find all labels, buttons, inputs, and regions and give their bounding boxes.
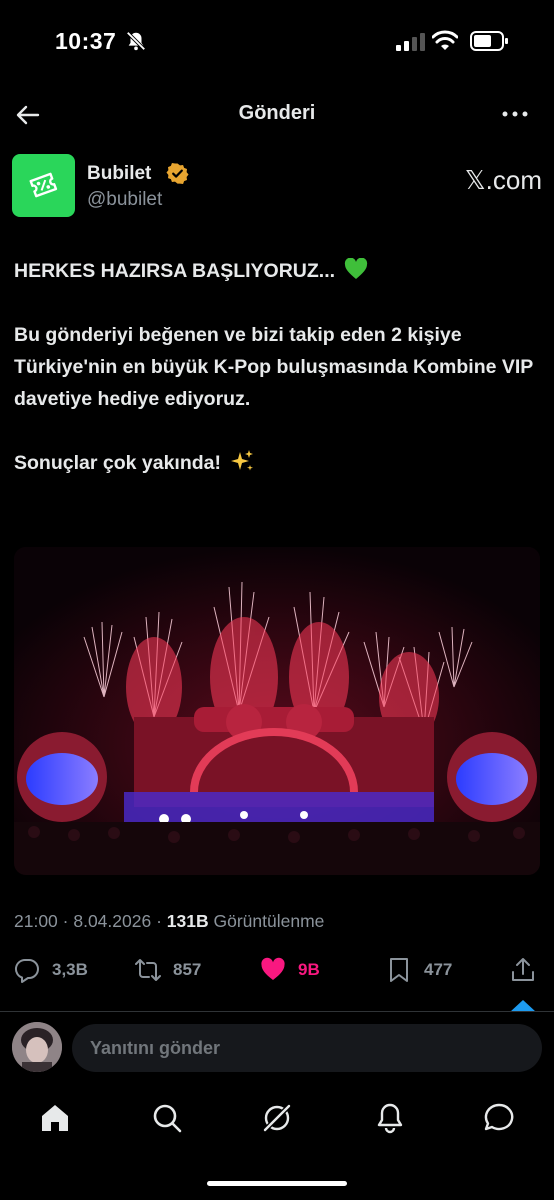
cellular-signal-icon (396, 33, 425, 51)
verified-badge-icon (166, 163, 189, 184)
author-avatar[interactable] (12, 154, 75, 217)
green-heart-emoji-icon (345, 258, 368, 279)
retweet-icon (135, 959, 161, 981)
author-name[interactable]: Bubilet (87, 163, 151, 185)
home-indicator (207, 1181, 347, 1186)
bell-off-icon (126, 31, 146, 51)
bubilet-logo-icon (29, 172, 58, 198)
tweet-line-3: Sonuçlar çok yakında! (14, 447, 540, 479)
views-count: 131B (166, 911, 209, 931)
messages-icon[interactable] (482, 1101, 516, 1135)
reply-button[interactable]: 3,3B (14, 955, 88, 985)
tweet-actions: 3,3B 857 9B 477 (0, 955, 554, 985)
grok-icon[interactable] (260, 1101, 294, 1135)
status-time: 10:37 (55, 28, 117, 54)
retweet-button[interactable]: 857 (135, 955, 201, 985)
like-count: 9B (298, 960, 320, 979)
tweet-author: Bubilet @bubilet 𝕏.com (12, 154, 542, 218)
reply-count: 3,3B (52, 960, 88, 979)
reply-icon (14, 958, 39, 983)
tweet-body: HERKES HAZIRSA BAŞLIYORUZ... Bu gönderiy… (14, 255, 540, 511)
share-icon (512, 958, 534, 981)
author-handle[interactable]: @bubilet (87, 189, 162, 211)
retweet-count: 857 (173, 960, 202, 979)
page-title: Gönderi (238, 102, 316, 124)
meta-separator: · (57, 911, 74, 931)
tweet-headline: HERKES HAZIRSA BAŞLIYORUZ... (14, 260, 341, 282)
tweet-closing: Sonuçlar çok yakında! (14, 452, 227, 474)
tweet-image[interactable] (14, 547, 540, 875)
nav-header: Gönderi (0, 88, 554, 140)
tweet-time[interactable]: 21:00 (14, 911, 58, 931)
home-icon[interactable] (38, 1101, 72, 1135)
share-button[interactable] (510, 955, 536, 985)
sparkles-emoji-icon (231, 450, 254, 471)
concert-photo (14, 547, 540, 875)
divider (0, 1011, 554, 1012)
tweet-date[interactable]: 8.04.2026 (73, 911, 151, 931)
platform-label: 𝕏.com (464, 165, 542, 195)
bookmark-button[interactable]: 477 (386, 955, 452, 985)
search-icon[interactable] (150, 1101, 184, 1135)
heart-filled-icon (261, 957, 285, 980)
status-bar: 10:37 (0, 0, 554, 80)
user-avatar-image (12, 1022, 62, 1072)
user-avatar[interactable] (12, 1022, 62, 1072)
battery-icon (470, 31, 508, 51)
bottom-tab-bar (0, 1095, 554, 1139)
views-label: Görüntülenme (213, 911, 325, 931)
tweet-line-1: HERKES HAZIRSA BAŞLIYORUZ... (14, 255, 540, 287)
bookmark-count: 477 (424, 960, 453, 979)
tweet-meta: 21:00 · 8.04.2026 · 131B Görüntülenme (14, 911, 324, 932)
bookmark-icon (390, 958, 408, 982)
meta-separator-2: · (151, 911, 167, 931)
more-options-icon[interactable] (500, 102, 530, 126)
notifications-icon[interactable] (373, 1101, 407, 1135)
reply-bar (12, 1022, 542, 1074)
wifi-icon (432, 30, 458, 50)
like-button[interactable]: 9B (260, 955, 320, 985)
reply-input[interactable] (72, 1024, 542, 1072)
tweet-line-2: Bu gönderiyi beğenen ve bizi takip eden … (14, 324, 533, 410)
